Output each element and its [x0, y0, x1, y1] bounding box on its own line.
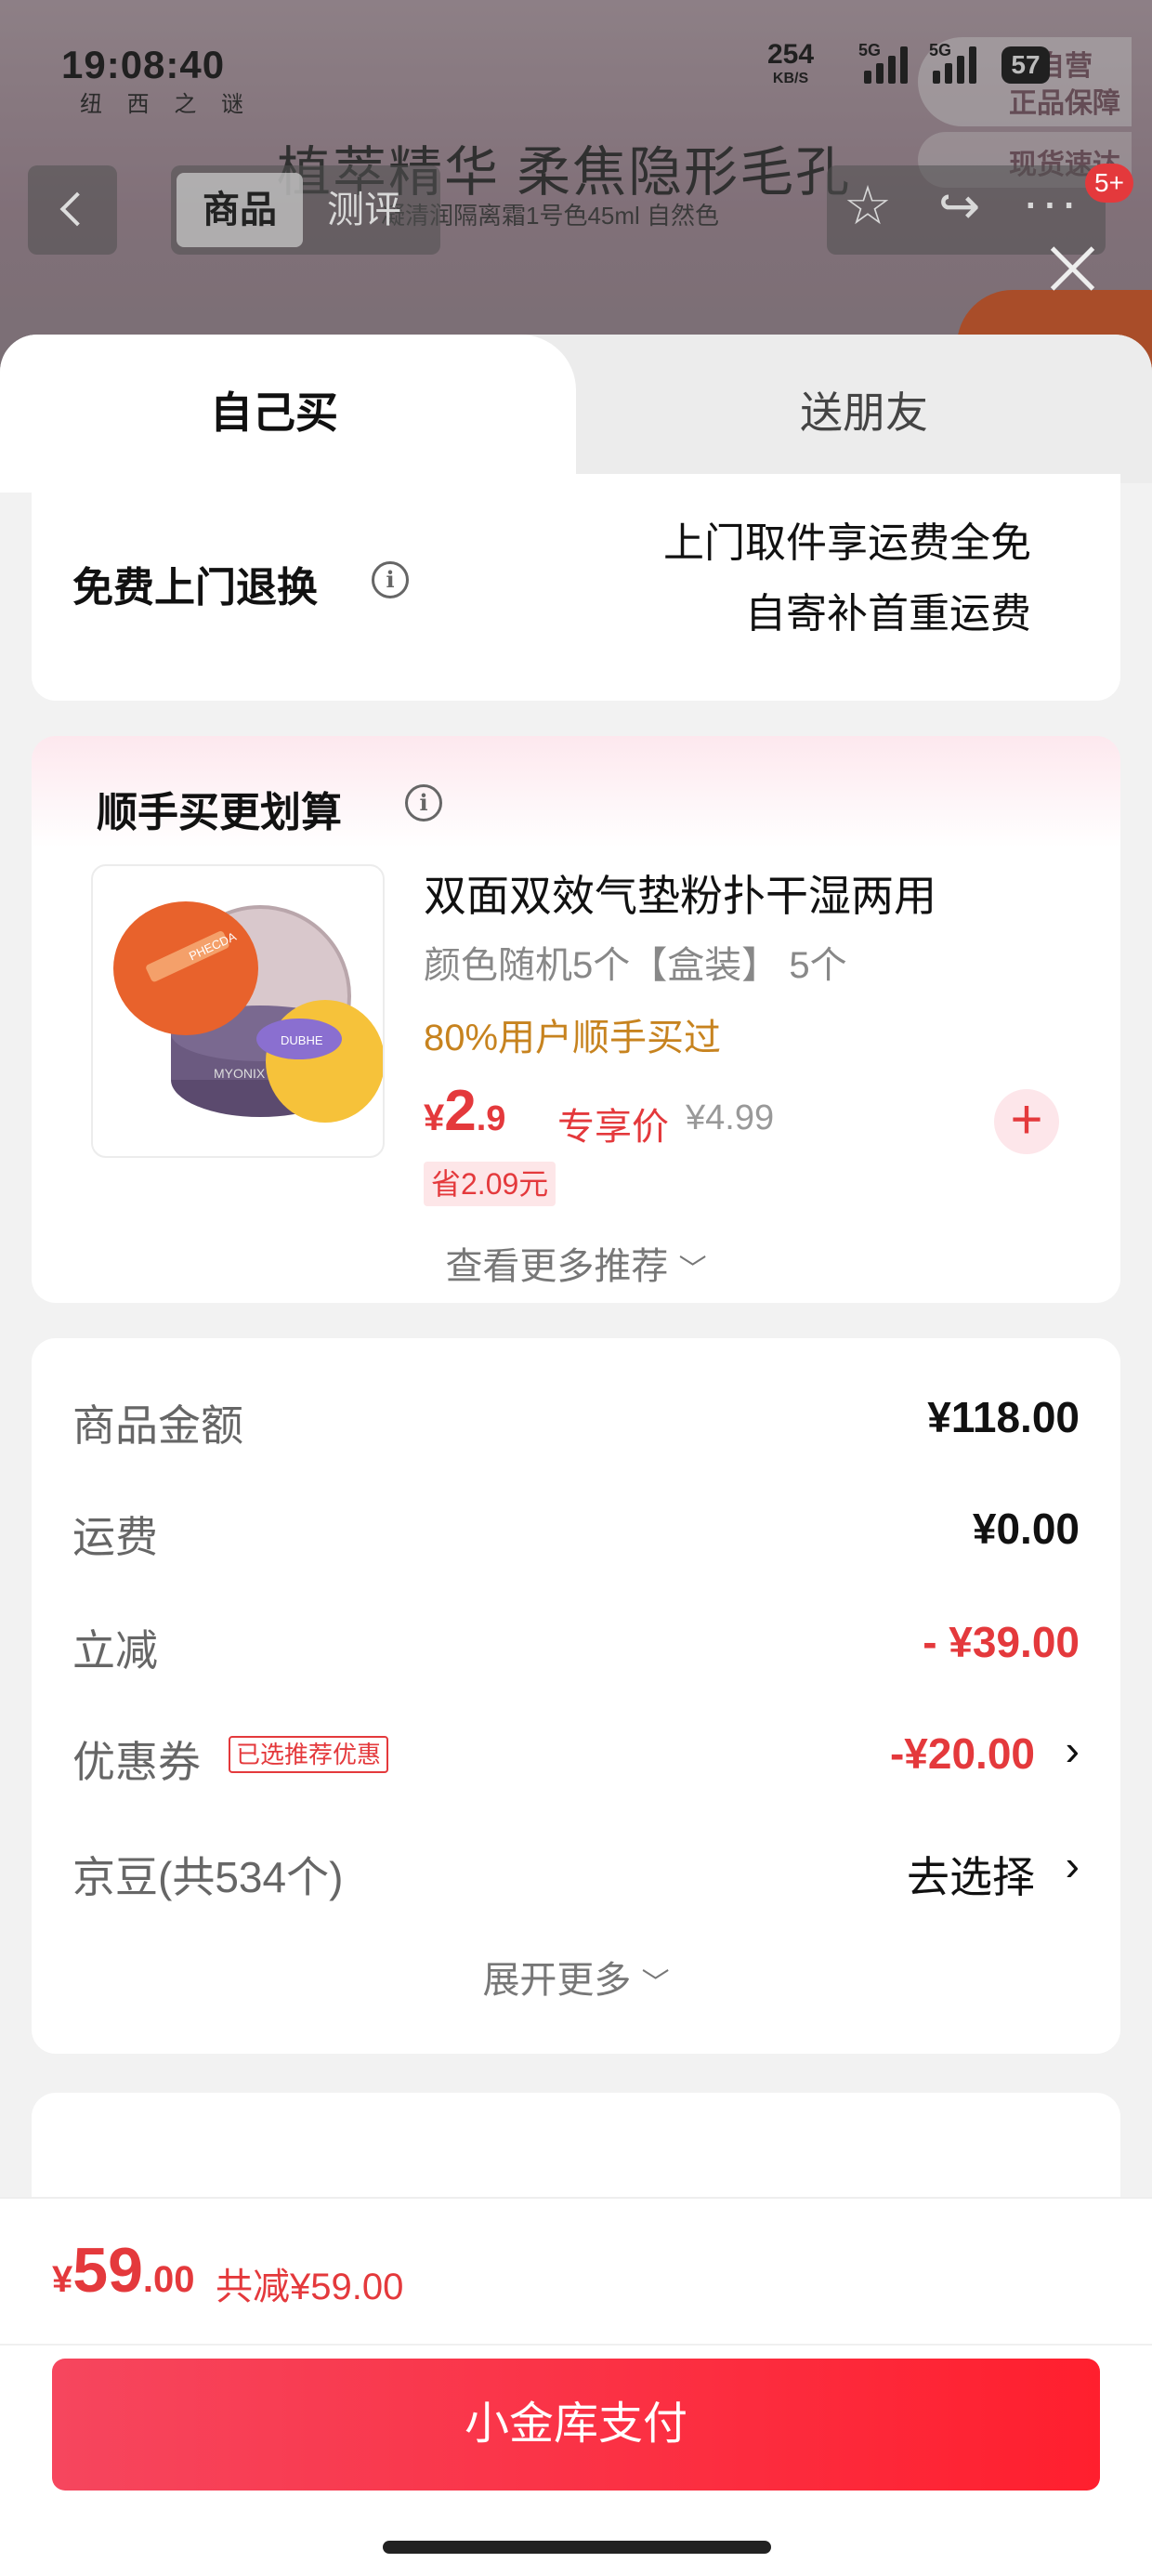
cost-row-goods-amount: 商品金额 ¥118.00	[72, 1379, 1080, 1453]
thumb-label-2: MYONIX	[214, 1066, 266, 1081]
expand-more-label: 展开更多	[482, 1960, 632, 2001]
addon-price: ¥2.9	[424, 1078, 505, 1144]
cost-row-instant-discount: 立减 - ¥39.00	[72, 1604, 1080, 1678]
cost-label: 优惠券	[72, 1738, 201, 1786]
addon-price-label: 专享价	[557, 1107, 669, 1148]
addon-price-currency: ¥	[424, 1097, 445, 1138]
addon-product-name[interactable]: 双面双效气垫粉扑干湿两用	[424, 862, 936, 924]
home-indicator[interactable]	[383, 2541, 771, 2554]
cost-value: - ¥39.00	[923, 1618, 1080, 1666]
addon-recommendation-card: 顺手买更划算 i PHECDA MYONIX DUBHE 双面双效气垫粉扑干湿两…	[32, 736, 1120, 1303]
tab-product[interactable]: 商品	[177, 173, 303, 247]
share-icon[interactable]: ↪	[938, 178, 980, 234]
info-icon[interactable]: i	[405, 784, 442, 821]
free-return-line-2: 自寄补首重运费	[745, 591, 1031, 637]
star-icon[interactable]: ☆	[844, 178, 892, 234]
tab-reviews[interactable]: 测评	[327, 173, 401, 247]
cost-value: ¥0.00	[972, 1505, 1080, 1553]
addon-social-proof: 80%用户顺手买过	[424, 1018, 722, 1058]
addon-original-price: ¥4.99	[686, 1098, 775, 1137]
addon-product-spec[interactable]: 颜色随机5个【盒装】 5个	[424, 935, 847, 989]
coupon-recommended-tag: 已选推荐优惠	[229, 1736, 389, 1773]
divider	[0, 2344, 1152, 2346]
cost-value: -¥20.00	[889, 1729, 1035, 1778]
cost-row-shipping: 运费 ¥0.00	[72, 1491, 1080, 1565]
expand-more-button[interactable]: 展开更多 ﹀	[32, 1950, 1120, 2004]
chevron-right-icon: ›	[1065, 1841, 1080, 1889]
free-return-card: 免费上门退换 i 上门取件享运费全免 自寄补首重运费	[32, 474, 1120, 701]
tab-gift-to-friend[interactable]: 送朋友	[576, 379, 1152, 440]
total-int: 59	[72, 2235, 143, 2306]
addon-product-image[interactable]: PHECDA MYONIX DUBHE	[91, 864, 385, 1158]
see-more-label: 查看更多推荐	[445, 1246, 669, 1287]
free-return-line-1: 上门取件享运费全免	[663, 520, 1031, 566]
addon-price-dec: .9	[476, 1099, 506, 1138]
close-icon[interactable]	[1048, 243, 1098, 294]
checkout-footer: ¥59.00 共减¥59.00 小金库支付	[0, 2197, 1152, 2576]
order-total: ¥59.00	[52, 2234, 195, 2307]
addon-price-int: 2	[444, 1079, 477, 1143]
free-return-title: 免费上门退换	[72, 565, 318, 611]
see-more-recommendations[interactable]: 查看更多推荐 ﹀	[32, 1236, 1120, 1290]
total-currency: ¥	[52, 2259, 73, 2300]
cost-value: 去选择	[907, 1853, 1035, 1901]
more-icon[interactable]: ···	[1022, 171, 1080, 231]
tab-buy-for-self-label: 自己买	[210, 388, 338, 437]
pay-button[interactable]: 小金库支付	[52, 2359, 1100, 2491]
purchase-mode-tabs: 自己买 送朋友	[0, 335, 1152, 493]
cost-label: 京豆(共534个)	[72, 1853, 344, 1901]
addon-section-title: 顺手买更划算	[97, 790, 342, 835]
plus-icon[interactable]: +	[994, 1089, 1059, 1154]
cost-breakdown-card: 商品金额 ¥118.00 运费 ¥0.00 立减 - ¥39.00 优惠券 已选…	[32, 1338, 1120, 2054]
powder-puff-illustration: PHECDA MYONIX DUBHE	[113, 901, 383, 1123]
cart-count-badge: 5+	[1085, 164, 1133, 203]
cost-label: 商品金额	[72, 1401, 243, 1450]
cost-row-jingdou[interactable]: 京豆(共534个) 去选择 ›	[72, 1831, 1080, 1905]
tab-buy-for-self[interactable]: 自己买	[0, 335, 576, 493]
chevron-right-icon: ›	[1065, 1726, 1080, 1774]
total-saved: 共减¥59.00	[216, 2267, 404, 2307]
chevron-down-icon: ﹀	[678, 1255, 707, 1285]
total-dec: .00	[142, 2259, 195, 2300]
addon-save-tag: 省2.09元	[424, 1162, 556, 1206]
cost-row-coupon[interactable]: 优惠券 已选推荐优惠 -¥20.00 ›	[72, 1715, 1080, 1790]
cost-value: ¥118.00	[927, 1393, 1080, 1441]
back-arrow-icon[interactable]	[28, 165, 117, 255]
cost-label: 运费	[72, 1513, 158, 1561]
background-product-page: 方自营 正品保障 现货速达 植萃精华 柔焦隐形毛孔 凝清润隔离霜1号色45ml …	[0, 0, 1152, 390]
thumb-label-3: DUBHE	[281, 1033, 323, 1047]
cost-label: 立减	[72, 1626, 158, 1675]
info-icon[interactable]: i	[372, 561, 409, 598]
chevron-down-icon: ﹀	[641, 1968, 670, 1999]
